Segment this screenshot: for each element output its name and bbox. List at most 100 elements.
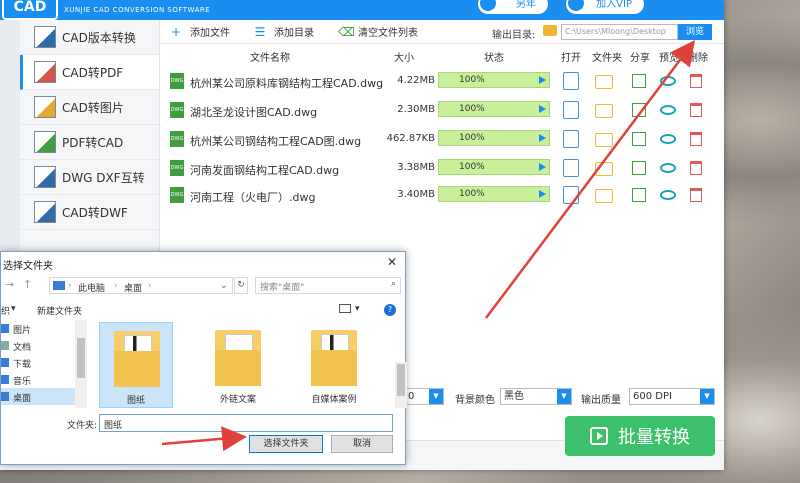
delete-trash-icon[interactable] <box>690 132 702 146</box>
open-file-icon[interactable] <box>563 101 579 119</box>
play-icon[interactable] <box>539 105 546 113</box>
organize-button[interactable]: 织 <box>1 304 10 317</box>
col-open: 打开 <box>561 53 581 64</box>
sidebar-item-cad-dwf[interactable]: CAD转DWF <box>20 195 159 230</box>
share-icon[interactable] <box>632 103 646 117</box>
preview-eye-icon[interactable] <box>660 134 676 144</box>
help-icon[interactable]: ? <box>384 304 396 316</box>
delete-trash-icon[interactable] <box>690 74 702 88</box>
sidebar-item-pdf-cad[interactable]: PDF转CAD <box>20 125 159 160</box>
up-icon[interactable]: ↑ <box>23 278 32 291</box>
open-file-icon[interactable] <box>563 159 579 177</box>
delete-trash-icon[interactable] <box>690 103 702 117</box>
progress-bar: 100% <box>438 72 550 88</box>
sidebar-item-cad-pdf[interactable]: CAD转PDF <box>20 55 159 90</box>
col-size: 大小 <box>394 53 414 64</box>
music-icon <box>1 375 9 384</box>
open-folder-icon[interactable] <box>595 133 613 147</box>
table-row[interactable]: DWG 河南发面钢结构工程CAD.dwg 3.38MB 100% <box>160 153 724 183</box>
forward-icon[interactable]: → <box>5 278 14 291</box>
first-select[interactable]: 0 ▼ <box>404 388 444 405</box>
quality-select[interactable]: 600 DPI ▼ <box>629 388 715 405</box>
pdf-cad-icon <box>34 131 56 153</box>
clear-list-button[interactable]: ⌫ 清空文件列表 <box>338 24 418 40</box>
sidebar-item-cad-version[interactable]: CAD版本转换 <box>20 20 159 55</box>
file-scrollbar[interactable] <box>395 362 407 408</box>
sidebar-item-label: CAD转PDF <box>62 65 124 80</box>
scroll-thumb[interactable] <box>77 338 85 378</box>
share-icon[interactable] <box>632 161 646 175</box>
table-row[interactable]: DWG 河南工程（火电厂）.dwg 3.40MB 100% <box>160 180 724 210</box>
select-folder-button[interactable]: 选择文件夹 <box>249 435 323 453</box>
breadcrumb-desktop[interactable]: 桌面 <box>124 281 142 294</box>
scroll-thumb[interactable] <box>397 364 405 396</box>
open-folder-icon[interactable] <box>595 162 613 176</box>
preview-eye-icon[interactable] <box>660 76 676 86</box>
refresh-icon[interactable]: ↻ <box>234 277 248 294</box>
chevron-down-icon: ▼ <box>557 389 571 404</box>
open-folder-icon[interactable] <box>595 75 613 89</box>
open-file-icon[interactable] <box>563 72 579 90</box>
open-folder-icon[interactable] <box>595 189 613 203</box>
view-mode-icon[interactable] <box>339 304 351 313</box>
sidebar-item-cad-image[interactable]: CAD转图片 <box>20 90 159 125</box>
add-dir-button[interactable]: ☰ 添加目录 <box>254 24 314 40</box>
share-icon[interactable] <box>632 188 646 202</box>
tree-item-downloads[interactable]: 下载 <box>1 354 86 371</box>
play-icon[interactable] <box>539 163 546 171</box>
preview-eye-icon[interactable] <box>660 190 676 200</box>
chevron-down-icon[interactable]: ⌄ <box>220 281 228 291</box>
output-dir-input[interactable]: C:\Users\Mloong\Desktop <box>561 24 678 40</box>
close-icon[interactable]: ✕ <box>387 255 397 269</box>
breadcrumb-pc[interactable]: 此电脑 <box>78 281 105 294</box>
new-folder-button[interactable]: 新建文件夹 <box>37 304 82 317</box>
clear-icon: ⌫ <box>338 24 355 39</box>
folder-item[interactable]: 自媒体案例 <box>297 322 371 408</box>
delete-trash-icon[interactable] <box>690 161 702 175</box>
preview-eye-icon[interactable] <box>660 163 676 173</box>
play-icon[interactable] <box>539 134 546 142</box>
share-icon[interactable] <box>632 74 646 88</box>
play-icon[interactable] <box>539 76 546 84</box>
play-box-icon <box>590 427 608 445</box>
tree-item-desktop[interactable]: 桌面 <box>1 388 86 405</box>
progress-bar: 100% <box>438 101 550 117</box>
cad-dwf-icon <box>34 201 56 223</box>
sidebar-item-label: CAD转DWF <box>62 205 128 220</box>
open-file-icon[interactable] <box>563 186 579 204</box>
table-row[interactable]: DWG 湖北圣龙设计图CAD.dwg 2.30MB 100% <box>160 95 724 125</box>
delete-trash-icon[interactable] <box>690 188 702 202</box>
play-icon[interactable] <box>539 190 546 198</box>
dwg-file-icon: DWG <box>170 160 184 176</box>
folder-name-input[interactable]: 图纸 <box>99 414 393 432</box>
register-button[interactable]: 另年 <box>478 0 548 14</box>
tree-item-documents[interactable]: 文档 <box>1 337 86 354</box>
open-file-icon[interactable] <box>563 130 579 148</box>
tree-scrollbar[interactable] <box>75 320 87 408</box>
chevron-down-icon: ▾ <box>355 304 360 314</box>
folder-item[interactable]: 图纸 <box>99 322 173 408</box>
batch-convert-button[interactable]: 批量转换 <box>565 416 715 456</box>
bg-color-select[interactable]: 黑色 ▼ <box>500 388 572 405</box>
add-file-button[interactable]: + 添加文件 <box>170 24 230 40</box>
table-row[interactable]: DWG 杭州某公司钢结构工程CAD图.dwg 462.87KB 100% <box>160 124 724 154</box>
sidebar-item-label: PDF转CAD <box>62 135 124 150</box>
table-row[interactable]: DWG 杭州某公司原料库钢结构工程CAD.dwg 4.22MB 100% <box>160 66 724 96</box>
tree-item-pictures[interactable]: 图片 <box>1 320 86 337</box>
vip-button[interactable]: 加入VIP <box>566 0 644 14</box>
dwg-file-icon: DWG <box>170 187 184 203</box>
open-folder-icon[interactable] <box>595 104 613 118</box>
share-icon[interactable] <box>632 132 646 146</box>
folder-item[interactable]: 外链文案 <box>201 322 275 408</box>
preview-eye-icon[interactable] <box>660 105 676 115</box>
title-bar: CAD XUNJIE CAD CONVERSION SOFTWARE 另年 加入… <box>0 0 724 20</box>
cancel-button[interactable]: 取消 <box>331 435 393 453</box>
folder-front <box>215 350 261 386</box>
search-input[interactable]: 搜索"桌面" ⌕ <box>255 277 401 294</box>
tree-item-music[interactable]: 音乐 <box>1 371 86 388</box>
address-bar[interactable]: › 此电脑 › 桌面 › ⌄ <box>49 277 233 294</box>
list-icon: ☰ <box>254 24 266 39</box>
sidebar-item-dwg-dxf[interactable]: DWG DXF互转 <box>20 160 159 195</box>
browse-button[interactable]: 浏览 <box>678 24 712 40</box>
pictures-icon <box>1 324 9 333</box>
